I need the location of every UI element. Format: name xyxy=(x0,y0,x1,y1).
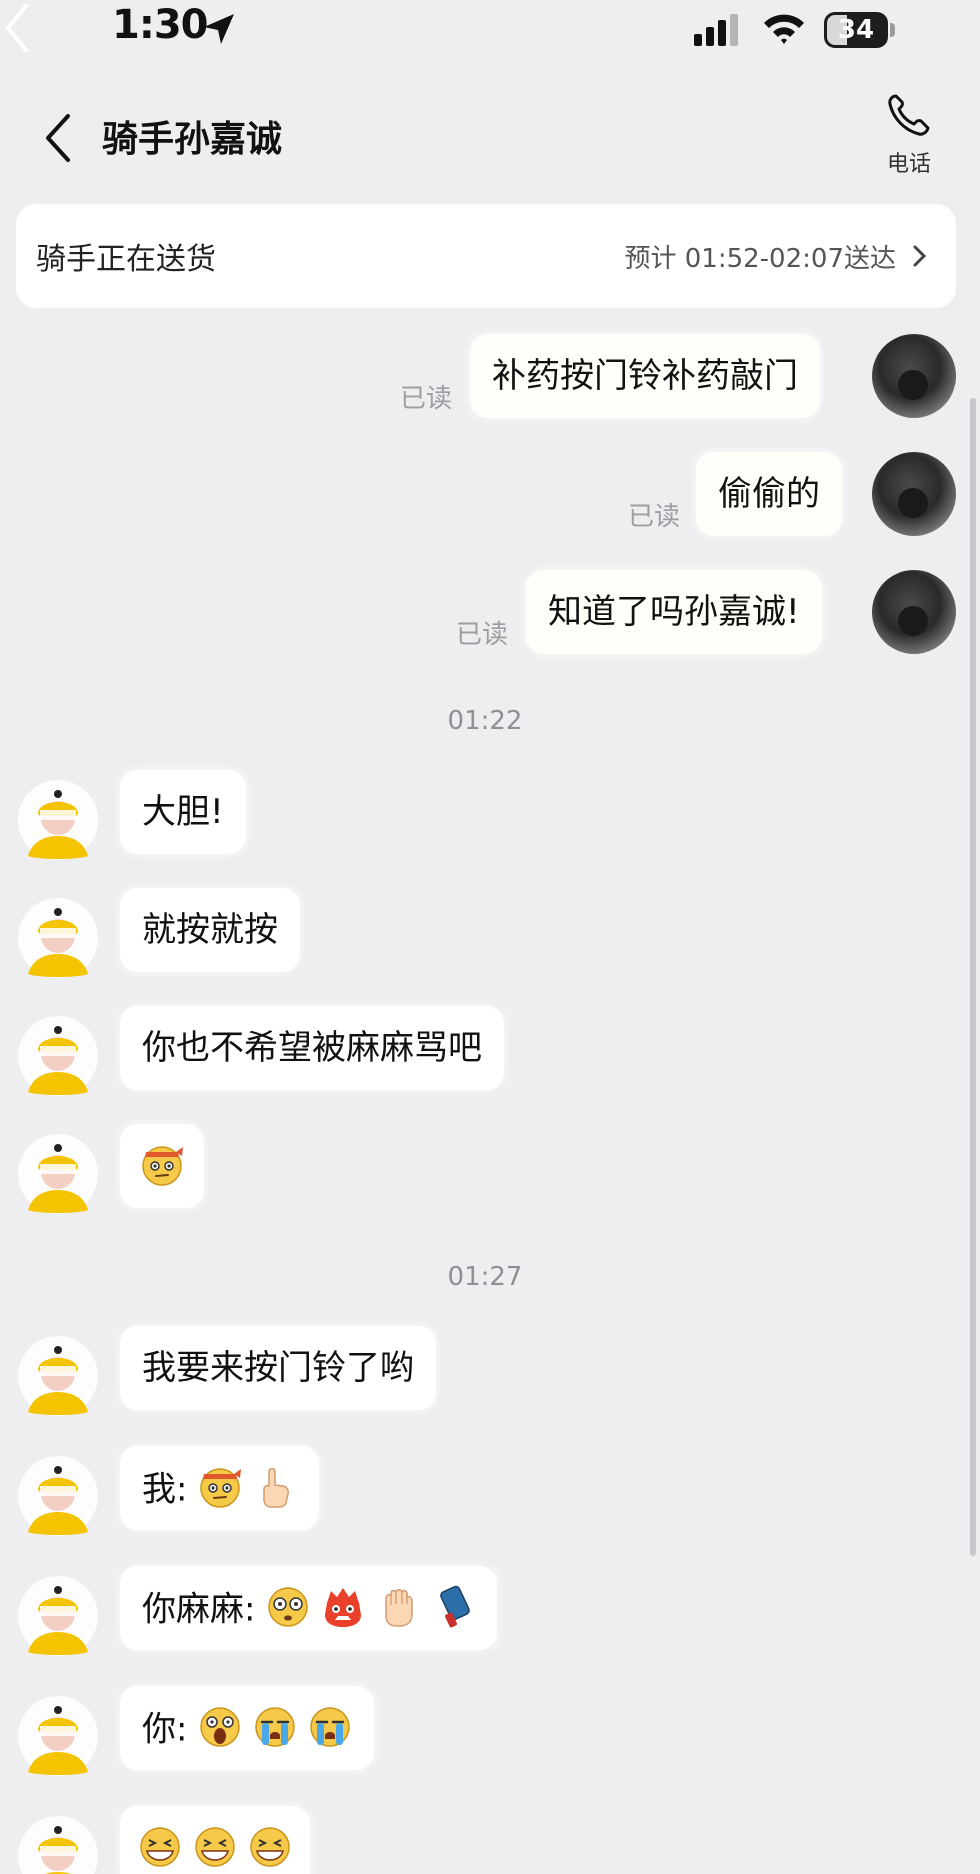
wifi-icon xyxy=(764,14,804,44)
message-bubble-incoming[interactable]: 你也不希望被麻麻骂吧 xyxy=(120,1006,504,1090)
screaming-face-emoji xyxy=(200,1706,241,1747)
grinning-face-emoji xyxy=(195,1826,235,1867)
battery-level-text: 34 xyxy=(837,15,875,45)
timestamp: 01:27 xyxy=(447,1262,523,1292)
read-receipt: 已读 xyxy=(628,502,681,532)
message-text: 你麻麻: xyxy=(142,1589,256,1630)
pointing-hand-emoji xyxy=(263,1467,290,1508)
message-bubble-incoming[interactable] xyxy=(120,1806,310,1874)
determined-face-emoji xyxy=(200,1467,242,1508)
angry-red-face-emoji xyxy=(325,1587,362,1627)
read-receipt: 已读 xyxy=(400,384,453,414)
chevron-right-icon xyxy=(913,245,927,267)
message-bubble-incoming[interactable]: 我: xyxy=(120,1446,320,1530)
message-bubble-incoming[interactable] xyxy=(120,1124,204,1208)
message-bubble-outgoing[interactable]: 补药按门铃补药敲门 xyxy=(470,334,820,418)
read-receipt: 已读 xyxy=(456,620,509,650)
status-time: 1:30 xyxy=(112,2,208,48)
back-button[interactable] xyxy=(38,108,82,168)
cellular-signal-icon xyxy=(694,14,738,46)
rider-avatar[interactable] xyxy=(18,898,98,978)
delivery-status-banner[interactable]: 骑手正在送货 预计 01:52-02:07送达 xyxy=(16,204,956,308)
rider-avatar[interactable] xyxy=(18,1696,98,1776)
timestamp: 01:22 xyxy=(447,706,523,736)
rider-avatar[interactable] xyxy=(18,1134,98,1214)
fist-emoji xyxy=(385,1588,413,1627)
message-bubble-outgoing[interactable]: 偷偷的 xyxy=(696,452,842,536)
determined-face-emoji xyxy=(142,1145,183,1186)
message-bubble-incoming[interactable]: 你麻麻: xyxy=(120,1566,497,1650)
grinning-face-emoji xyxy=(140,1826,180,1867)
message-bubble-outgoing[interactable]: 知道了吗孙嘉诚! xyxy=(526,570,822,654)
shocked-face-emoji xyxy=(268,1586,309,1627)
delivery-eta: 预计 01:52-02:07送达 xyxy=(624,243,896,274)
rider-avatar[interactable] xyxy=(18,1456,98,1536)
rider-avatar[interactable] xyxy=(18,780,98,860)
phone-emoji xyxy=(439,1585,470,1627)
my-avatar[interactable] xyxy=(872,334,956,418)
my-avatar[interactable] xyxy=(872,452,956,536)
battery-indicator: 34 xyxy=(824,12,896,48)
message-bubble-incoming[interactable]: 我要来按门铃了哟 xyxy=(120,1326,436,1410)
location-arrow-icon xyxy=(204,14,234,44)
crying-face-emoji xyxy=(310,1706,350,1747)
message-bubble-incoming[interactable]: 就按就按 xyxy=(120,888,300,972)
message-text: 你: xyxy=(142,1709,188,1750)
message-text: 我: xyxy=(142,1469,188,1510)
message-bubble-incoming[interactable]: 你: xyxy=(120,1686,374,1770)
rider-avatar[interactable] xyxy=(18,1576,98,1656)
grinning-face-emoji xyxy=(249,1826,290,1867)
rider-avatar[interactable] xyxy=(18,1816,98,1874)
rider-avatar[interactable] xyxy=(18,1016,98,1096)
call-label: 电话 xyxy=(886,152,931,177)
crying-face-emoji xyxy=(255,1706,295,1747)
rider-avatar[interactable] xyxy=(18,1336,98,1416)
delivery-status: 骑手正在送货 xyxy=(36,242,216,277)
call-button[interactable]: 电话 xyxy=(876,90,942,180)
corner-back-icon[interactable] xyxy=(0,0,36,56)
my-avatar[interactable] xyxy=(872,570,956,654)
scrollbar[interactable] xyxy=(970,398,976,1556)
message-bubble-incoming[interactable]: 大胆! xyxy=(120,770,246,854)
page-title: 骑手孙嘉诚 xyxy=(102,119,283,160)
phone-icon xyxy=(888,94,930,136)
